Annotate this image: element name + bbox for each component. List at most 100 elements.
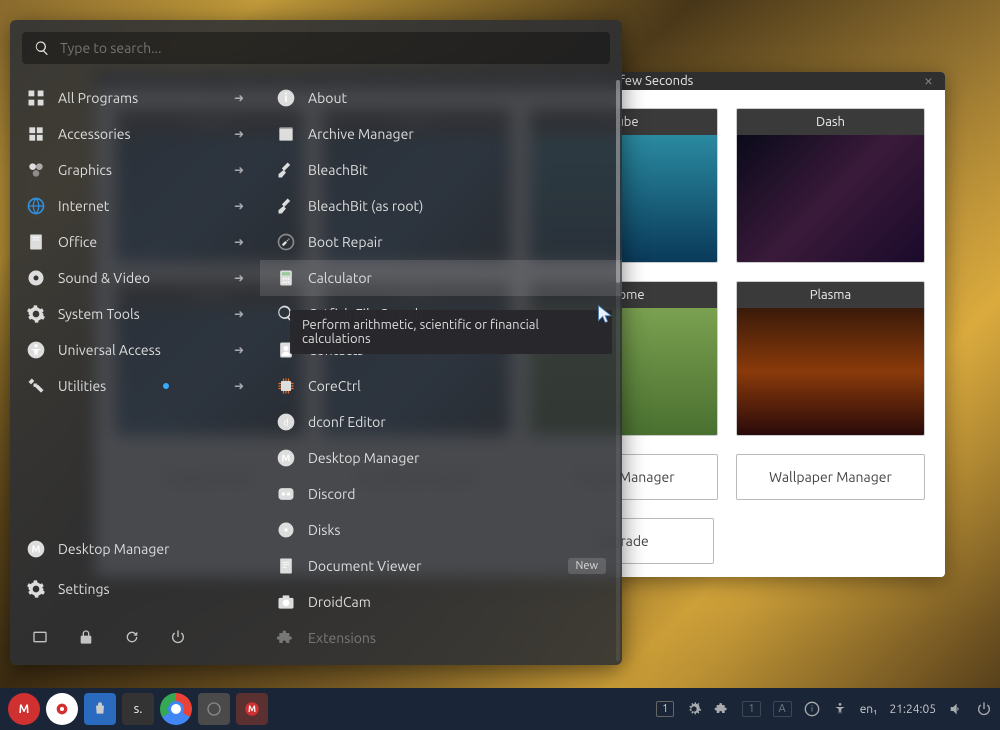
app-desktop-manager[interactable]: MDesktop Manager xyxy=(260,440,622,476)
app-discord[interactable]: Discord xyxy=(260,476,622,512)
tray-settings-icon[interactable] xyxy=(686,701,702,717)
scrollbar[interactable] xyxy=(616,80,620,661)
close-icon[interactable]: × xyxy=(924,72,933,90)
app-archive-manager[interactable]: Archive Manager xyxy=(260,116,622,152)
wrench-icon xyxy=(276,232,296,252)
taskbar-chrome[interactable] xyxy=(160,693,192,725)
chip-icon xyxy=(276,376,296,396)
app-label: CoreCtrl xyxy=(308,378,361,394)
app-bleachbit[interactable]: BleachBit xyxy=(260,152,622,188)
start-menu: All Programs➜Accessories➜Graphics➜Intern… xyxy=(10,20,622,665)
lock-icon[interactable] xyxy=(76,627,96,647)
footer-label: Settings xyxy=(58,581,110,597)
app-dconf-editor[interactable]: d dconf Editor xyxy=(260,404,622,440)
grid-icon xyxy=(26,88,46,108)
camera-icon xyxy=(276,592,296,612)
disk-icon xyxy=(276,520,296,540)
category-all-programs[interactable]: All Programs➜ xyxy=(10,80,260,116)
app-document-viewer[interactable]: Document ViewerNew xyxy=(260,548,622,584)
tray-clock[interactable]: 21:24:05 xyxy=(889,703,936,716)
svg-text:i: i xyxy=(811,705,813,714)
app-calculator[interactable]: Calculator xyxy=(260,260,622,296)
app-label: Disks xyxy=(308,522,341,538)
search-field[interactable] xyxy=(22,32,610,64)
restart-icon[interactable] xyxy=(122,627,142,647)
app-bleachbit-as-root-[interactable]: BleachBit (as root) xyxy=(260,188,622,224)
category-utilities[interactable]: Utilities ➜ xyxy=(10,368,260,404)
taskbar: M s. M 1 1 A i en₁ 21:24:05 xyxy=(0,688,1000,730)
taskbar-app-2[interactable] xyxy=(198,693,230,725)
tooltip: Perform arithmetic, scientific or financ… xyxy=(290,310,612,354)
files-icon[interactable] xyxy=(30,627,50,647)
svg-text:d: d xyxy=(283,416,288,427)
taskbar-app-1[interactable] xyxy=(46,693,78,725)
category-label: Sound & Video xyxy=(58,270,150,286)
layout-title: Plasma xyxy=(737,282,924,308)
app-corectrl[interactable]: CoreCtrl xyxy=(260,368,622,404)
app-label: Archive Manager xyxy=(308,126,414,142)
power-icon[interactable] xyxy=(168,627,188,647)
tray-language[interactable]: en₁ xyxy=(860,703,878,716)
taskbar-app-store[interactable] xyxy=(84,693,116,725)
tray-volume-icon[interactable] xyxy=(948,701,964,717)
tray-indicator-1[interactable]: 1 xyxy=(742,701,760,717)
category-office[interactable]: Office ➜ xyxy=(10,224,260,260)
chevron-right-icon: ➜ xyxy=(234,235,244,249)
layout-dash[interactable]: Dash xyxy=(736,108,925,263)
app-label: dconf Editor xyxy=(308,414,386,430)
category-internet[interactable]: Internet➜ xyxy=(10,188,260,224)
m-icon: M xyxy=(26,539,46,559)
workspace-indicator[interactable]: 1 xyxy=(656,701,674,717)
category-label: Accessories xyxy=(58,126,131,142)
app-about[interactable]: iAbout xyxy=(260,80,622,116)
category-sound-video[interactable]: Sound & Video➜ xyxy=(10,260,260,296)
update-dot xyxy=(163,383,169,389)
layout-title: Dash xyxy=(737,109,924,135)
svg-text:M: M xyxy=(282,452,291,463)
svg-text:M: M xyxy=(248,704,256,714)
app-boot-repair[interactable]: Boot Repair xyxy=(260,224,622,260)
tray-puzzle-icon[interactable] xyxy=(714,701,730,717)
app-extensions[interactable]: Extensions xyxy=(260,620,622,656)
access-icon xyxy=(26,340,46,360)
tray-power-icon[interactable] xyxy=(976,701,992,717)
taskbar-active-app[interactable]: M xyxy=(236,693,268,725)
doc-icon xyxy=(276,556,296,576)
category-label: All Programs xyxy=(58,90,138,106)
chevron-right-icon: ➜ xyxy=(234,379,244,393)
footer-settings[interactable]: Settings xyxy=(10,569,260,609)
app-label: BleachBit (as root) xyxy=(308,198,423,214)
app-disks[interactable]: Disks xyxy=(260,512,622,548)
category-label: Utilities xyxy=(58,378,106,394)
category-universal-access[interactable]: Universal Access➜ xyxy=(10,332,260,368)
gear-icon xyxy=(26,579,46,599)
start-button[interactable]: M xyxy=(8,693,40,725)
chevron-right-icon: ➜ xyxy=(234,127,244,141)
globe-icon xyxy=(26,196,46,216)
category-graphics[interactable]: Graphics➜ xyxy=(10,152,260,188)
category-label: Office xyxy=(58,234,97,250)
app-label: Document Viewer xyxy=(308,558,421,574)
broom-icon xyxy=(276,196,296,216)
footer-label: Desktop Manager xyxy=(58,541,169,557)
puzzle-icon xyxy=(276,628,296,648)
category-label: Internet xyxy=(58,198,109,214)
dm-button-wallpaper-manager[interactable]: Wallpaper Manager xyxy=(736,454,925,500)
category-system-tools[interactable]: System Tools➜ xyxy=(10,296,260,332)
app-droidcam[interactable]: DroidCam xyxy=(260,584,622,620)
session-row xyxy=(10,613,260,661)
taskbar-terminal[interactable]: s. xyxy=(122,693,154,725)
footer-desktop-manager[interactable]: M Desktop Manager xyxy=(10,529,260,569)
category-accessories[interactable]: Accessories ➜ xyxy=(10,116,260,152)
layout-thumbnail xyxy=(737,135,924,262)
layout-plasma[interactable]: Plasma xyxy=(736,281,925,436)
office-icon xyxy=(26,232,46,252)
tray-info-icon[interactable]: i xyxy=(804,701,820,717)
category-label: Universal Access xyxy=(58,342,161,358)
search-input[interactable] xyxy=(60,40,598,56)
category-column: All Programs➜Accessories➜Graphics➜Intern… xyxy=(10,76,260,665)
app-label: Discord xyxy=(308,486,356,502)
chevron-right-icon: ➜ xyxy=(234,163,244,177)
tray-indicator-a[interactable]: A xyxy=(773,701,792,717)
tray-access-icon[interactable] xyxy=(832,701,848,717)
